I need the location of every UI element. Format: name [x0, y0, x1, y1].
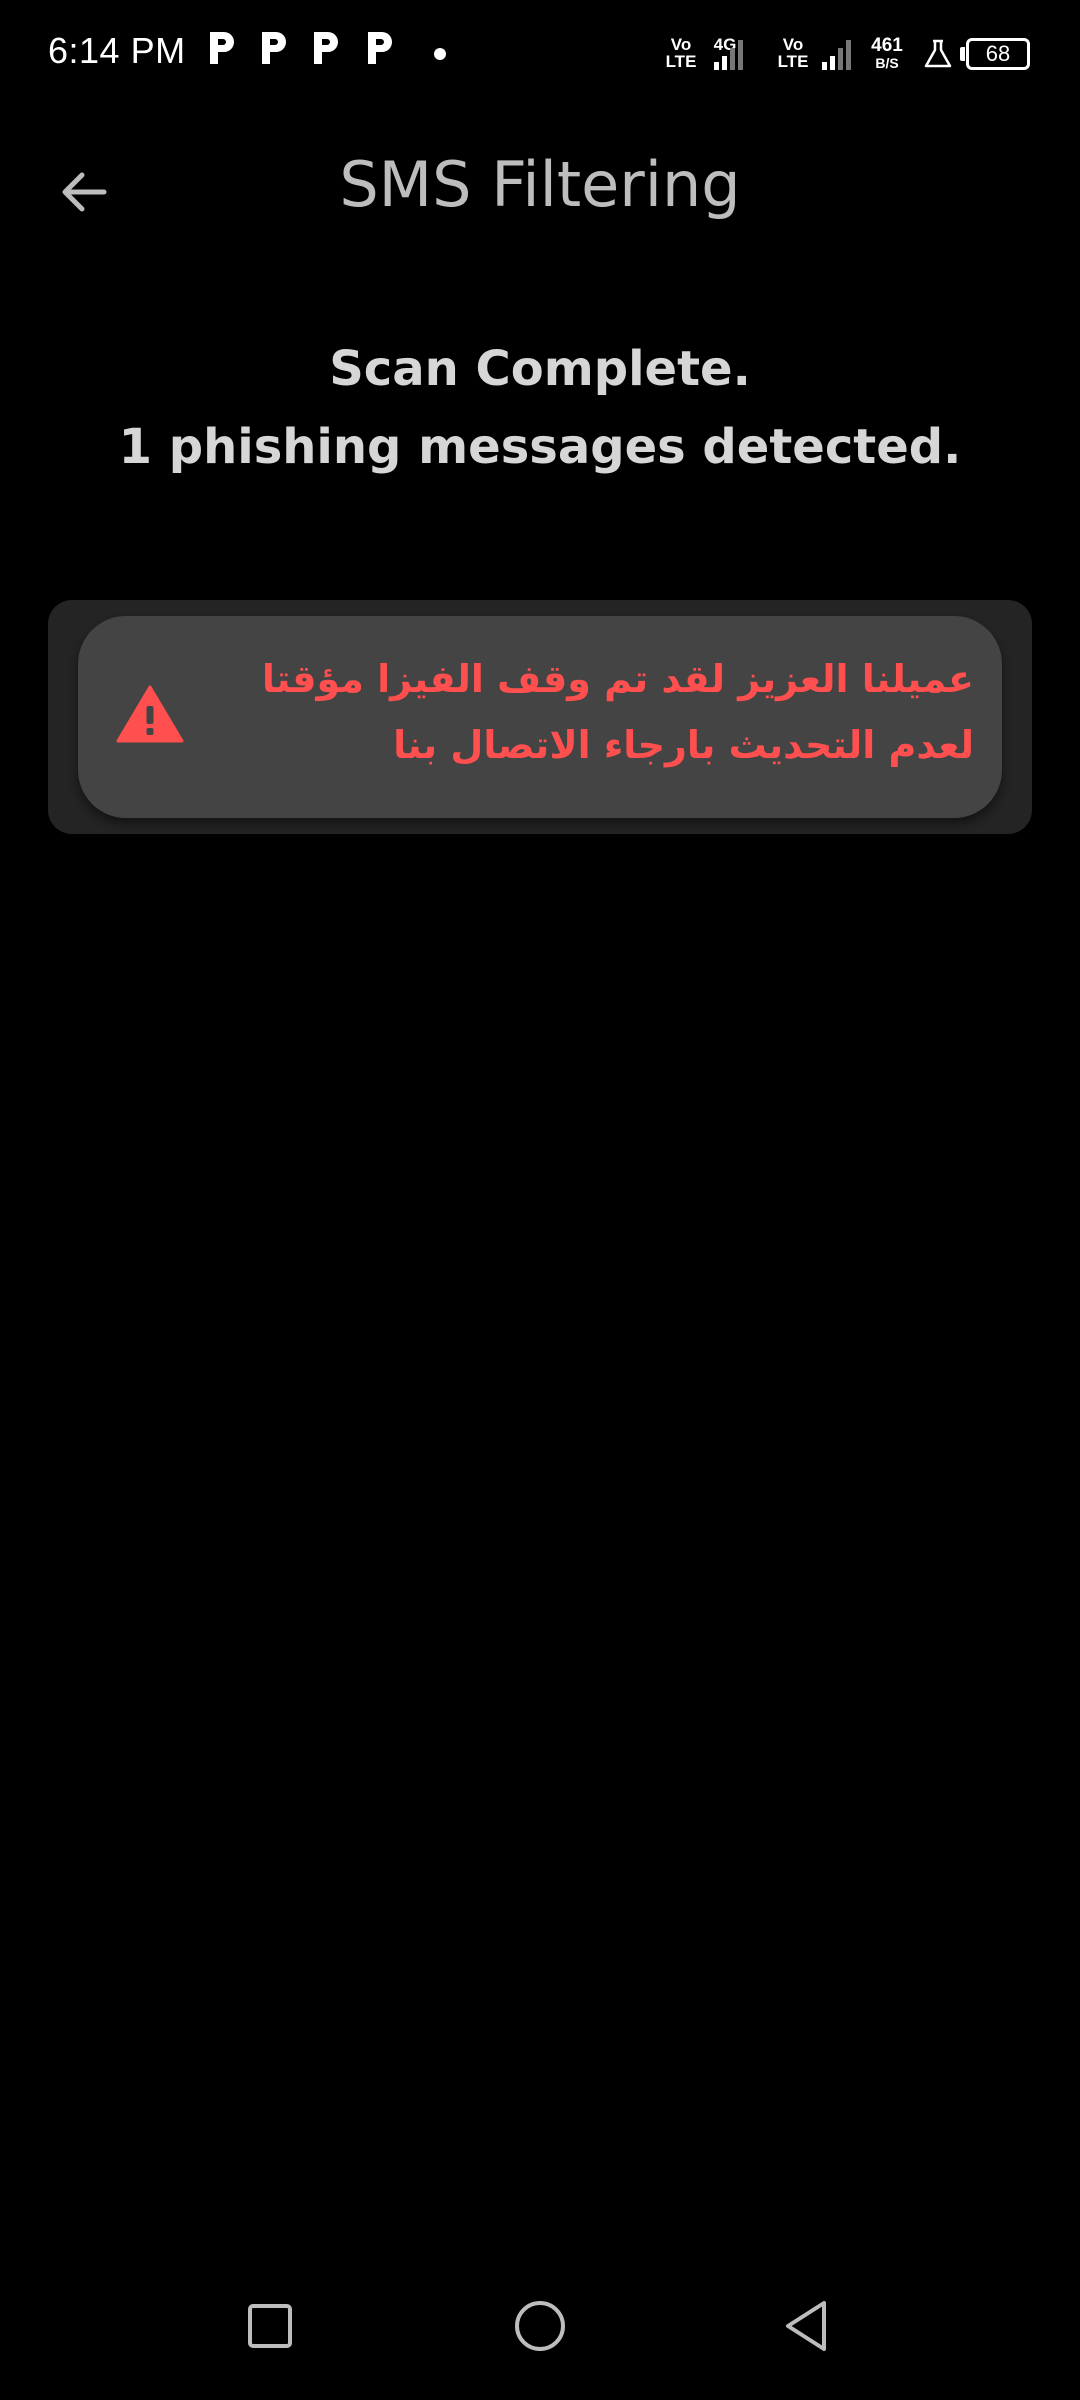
phishing-message-card[interactable]: عميلنا العزيز لقد تم وقف الفيزا مؤقتا لع… — [78, 616, 1002, 818]
volte-2-bottom: LTE — [777, 52, 809, 71]
volte-1-bottom: LTE — [665, 52, 697, 71]
p-app-notification-icon — [368, 32, 392, 64]
phishing-message-text: عميلنا العزيز لقد تم وقف الفيزا مؤقتا لع… — [261, 657, 974, 767]
network-speed: 461 B/S — [864, 36, 910, 71]
warning-icon — [116, 685, 184, 743]
back-triangle-icon — [786, 2301, 826, 2351]
home-circle-icon — [515, 2301, 565, 2351]
p-app-notification-icon — [262, 32, 286, 64]
flask-icon — [924, 39, 952, 68]
status-time: 6:14 PM — [48, 30, 186, 71]
home-button[interactable] — [508, 2294, 572, 2358]
scan-status-line-1: Scan Complete. — [329, 341, 751, 397]
more-notifications-dot — [434, 48, 446, 60]
scan-status-line-2: 1 phishing messages detected. — [118, 419, 962, 475]
volte-2-indicator: Vo LTE — [776, 36, 810, 70]
network-speed-value: 461 — [871, 35, 903, 56]
system-back-button[interactable] — [774, 2294, 838, 2358]
signal-strength-2-icon — [822, 40, 851, 70]
status-bar: 6:14 PM Vo LTE 4G Vo LTE 461 B/S 68 — [0, 0, 1080, 108]
signal-strength-1-icon — [714, 40, 743, 70]
p-app-notification-icon — [314, 32, 338, 64]
battery-indicator: 68 — [966, 38, 1030, 70]
scan-status: Scan Complete. 1 phishing messages detec… — [0, 330, 1080, 486]
page-title: SMS Filtering — [339, 148, 741, 221]
volte-1-indicator: Vo LTE — [664, 36, 698, 70]
recents-button[interactable] — [238, 2294, 302, 2358]
recents-square-icon — [248, 2304, 292, 2348]
battery-nub — [960, 47, 965, 61]
p-app-notification-icon — [210, 32, 234, 64]
network-speed-unit: B/S — [875, 55, 899, 71]
